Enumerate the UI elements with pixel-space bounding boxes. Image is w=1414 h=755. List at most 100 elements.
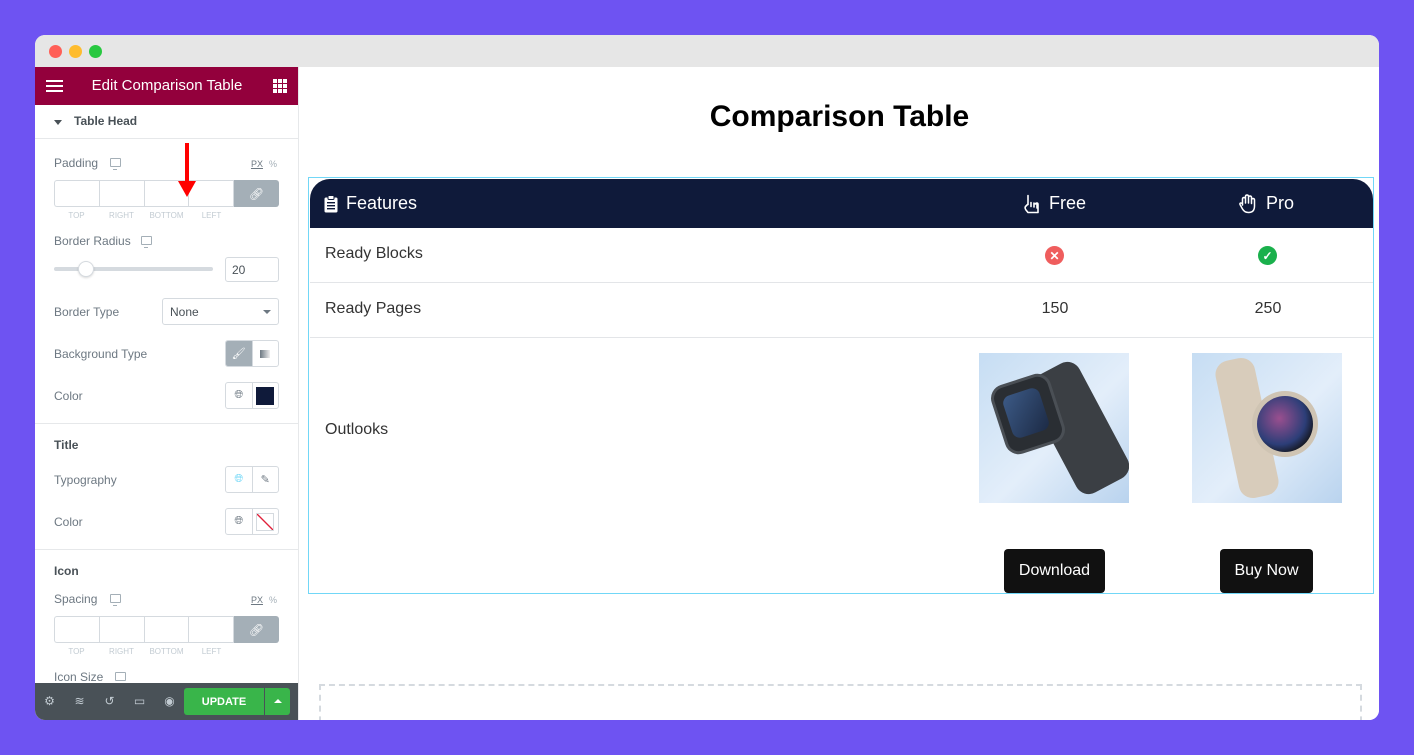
- panel-header: Edit Comparison Table: [35, 67, 298, 105]
- padding-right-input[interactable]: [98, 180, 144, 207]
- gradient-icon: [260, 349, 271, 358]
- caret-down-icon: [54, 120, 62, 125]
- cross-circle-icon: ✕: [1045, 246, 1064, 265]
- field-label-right: RIGHT: [109, 647, 134, 656]
- background-classic-button[interactable]: 🖌︎: [226, 341, 252, 366]
- brush-icon: 🖌︎: [231, 348, 246, 360]
- globe-icon: 🌐︎: [234, 515, 244, 527]
- pencil-icon: ✎: [260, 474, 270, 486]
- field-label-top: TOP: [68, 647, 85, 656]
- unit-px[interactable]: PX: [251, 159, 263, 169]
- annotation-arrow: [178, 143, 196, 197]
- check-circle-icon: ✓: [1258, 246, 1277, 265]
- color-picker-button[interactable]: [251, 383, 279, 408]
- globe-icon: 🌐︎: [234, 473, 244, 485]
- background-gradient-button[interactable]: [251, 341, 279, 366]
- panel-footer: ⚙ ≋ ↺ ▭ ◉ UPDATE: [35, 683, 298, 720]
- responsive-icon[interactable]: ▭: [133, 695, 146, 708]
- spacing-field-labels: TOP RIGHT BOTTOM LEFT: [54, 647, 234, 656]
- link-values-button[interactable]: 🔗︎: [234, 616, 279, 643]
- panel-title: Edit Comparison Table: [91, 77, 243, 94]
- column-header-features: Features: [324, 193, 417, 214]
- column-title: Free: [1049, 193, 1087, 213]
- field-label-top: TOP: [68, 211, 85, 220]
- spacing-inputs: 🔗︎: [54, 616, 279, 643]
- settings-icon[interactable]: ⚙: [43, 695, 56, 708]
- spacing-top-input[interactable]: [54, 616, 99, 643]
- border-type-select[interactable]: None: [162, 298, 279, 325]
- typography-label: Typography: [54, 473, 117, 487]
- divider: [35, 423, 298, 424]
- edit-typography-button[interactable]: ✎: [251, 467, 279, 492]
- padding-top-input[interactable]: [54, 180, 99, 207]
- feature-name: Ready Pages: [325, 300, 422, 317]
- table-row: Outlooks Download Buy Now: [310, 338, 1373, 593]
- border-type-label: Border Type: [54, 305, 120, 319]
- global-typography-button[interactable]: 🌐︎: [226, 467, 252, 492]
- responsive-monitor-icon[interactable]: [115, 672, 126, 684]
- responsive-monitor-icon[interactable]: [110, 594, 121, 606]
- color-picker-button[interactable]: [251, 509, 279, 534]
- clipboard-icon: [324, 194, 338, 212]
- empty-color-swatch: [256, 512, 275, 531]
- section-title: Table Head: [74, 114, 138, 128]
- update-button[interactable]: UPDATE: [184, 688, 264, 715]
- table-row: Ready Pages 150 250: [310, 283, 1373, 338]
- spacing-left-input[interactable]: [188, 616, 234, 643]
- border-radius-label: Border Radius: [54, 234, 131, 248]
- page-title: Comparison Table: [709, 100, 970, 133]
- table-row: Ready Blocks ✕ ✓: [310, 228, 1373, 283]
- pro-value: 250: [1254, 300, 1282, 317]
- spacing-units: PX%: [251, 595, 277, 605]
- field-label-right: RIGHT: [109, 211, 134, 220]
- update-options-button[interactable]: [265, 688, 290, 715]
- hand-paper-icon: [1239, 193, 1256, 213]
- free-value: 150: [1041, 300, 1069, 317]
- border-radius-input[interactable]: 20: [225, 257, 279, 282]
- preview-icon[interactable]: ◉: [163, 695, 176, 708]
- column-header-free: Free: [1023, 193, 1086, 214]
- column-header-pro: Pro: [1238, 193, 1294, 214]
- field-label-left: LEFT: [201, 647, 222, 656]
- unit-percent[interactable]: %: [269, 595, 277, 605]
- responsive-monitor-icon[interactable]: [110, 158, 121, 170]
- table-head: Features Free Pro: [310, 179, 1373, 228]
- editor-panel: Edit Comparison Table Table Head Padding…: [35, 67, 299, 720]
- global-colors-button[interactable]: 🌐︎: [226, 509, 252, 534]
- history-icon[interactable]: ↺: [103, 695, 116, 708]
- close-window-button[interactable]: [49, 45, 62, 58]
- responsive-monitor-icon[interactable]: [141, 236, 152, 248]
- dropdown-arrow-icon: [263, 310, 271, 314]
- title-color-label: Color: [54, 515, 83, 529]
- maximize-window-button[interactable]: [89, 45, 102, 58]
- grid-icon[interactable]: [273, 79, 287, 93]
- layers-icon[interactable]: ≋: [73, 695, 86, 708]
- typography-control: 🌐︎ ✎: [225, 466, 279, 493]
- download-button[interactable]: Download: [1004, 549, 1105, 593]
- field-label-left: LEFT: [201, 211, 222, 220]
- link-icon: 🔗︎: [248, 186, 265, 201]
- spacing-right-input[interactable]: [98, 616, 144, 643]
- buy-now-button[interactable]: Buy Now: [1220, 549, 1313, 593]
- spacing-bottom-input[interactable]: [143, 616, 189, 643]
- title-bar: [35, 35, 1379, 67]
- head-color-control: 🌐︎: [225, 382, 279, 409]
- slider-handle[interactable]: [77, 261, 94, 277]
- field-label-bottom: BOTTOM: [149, 211, 184, 220]
- padding-units: PX%: [251, 159, 277, 169]
- unit-px[interactable]: PX: [251, 595, 263, 605]
- feature-name: Outlooks: [325, 421, 389, 438]
- add-section-dropzone[interactable]: [319, 684, 1362, 720]
- background-type-choices: 🖌︎: [225, 340, 279, 367]
- global-colors-button[interactable]: 🌐︎: [226, 383, 252, 408]
- section-toggle-table-head[interactable]: Table Head: [35, 105, 298, 139]
- comparison-table[interactable]: Features Free Pro Ready Blocks ✕ ✓ Ready…: [308, 177, 1374, 594]
- browser-window: Edit Comparison Table Table Head Padding…: [35, 35, 1379, 720]
- link-values-button[interactable]: 🔗︎: [234, 180, 279, 207]
- column-title: Features: [346, 193, 418, 213]
- color-swatch: [256, 386, 275, 405]
- unit-percent[interactable]: %: [269, 159, 277, 169]
- minimize-window-button[interactable]: [69, 45, 82, 58]
- dark-watch-image: [979, 353, 1129, 503]
- field-label-bottom: BOTTOM: [149, 647, 184, 656]
